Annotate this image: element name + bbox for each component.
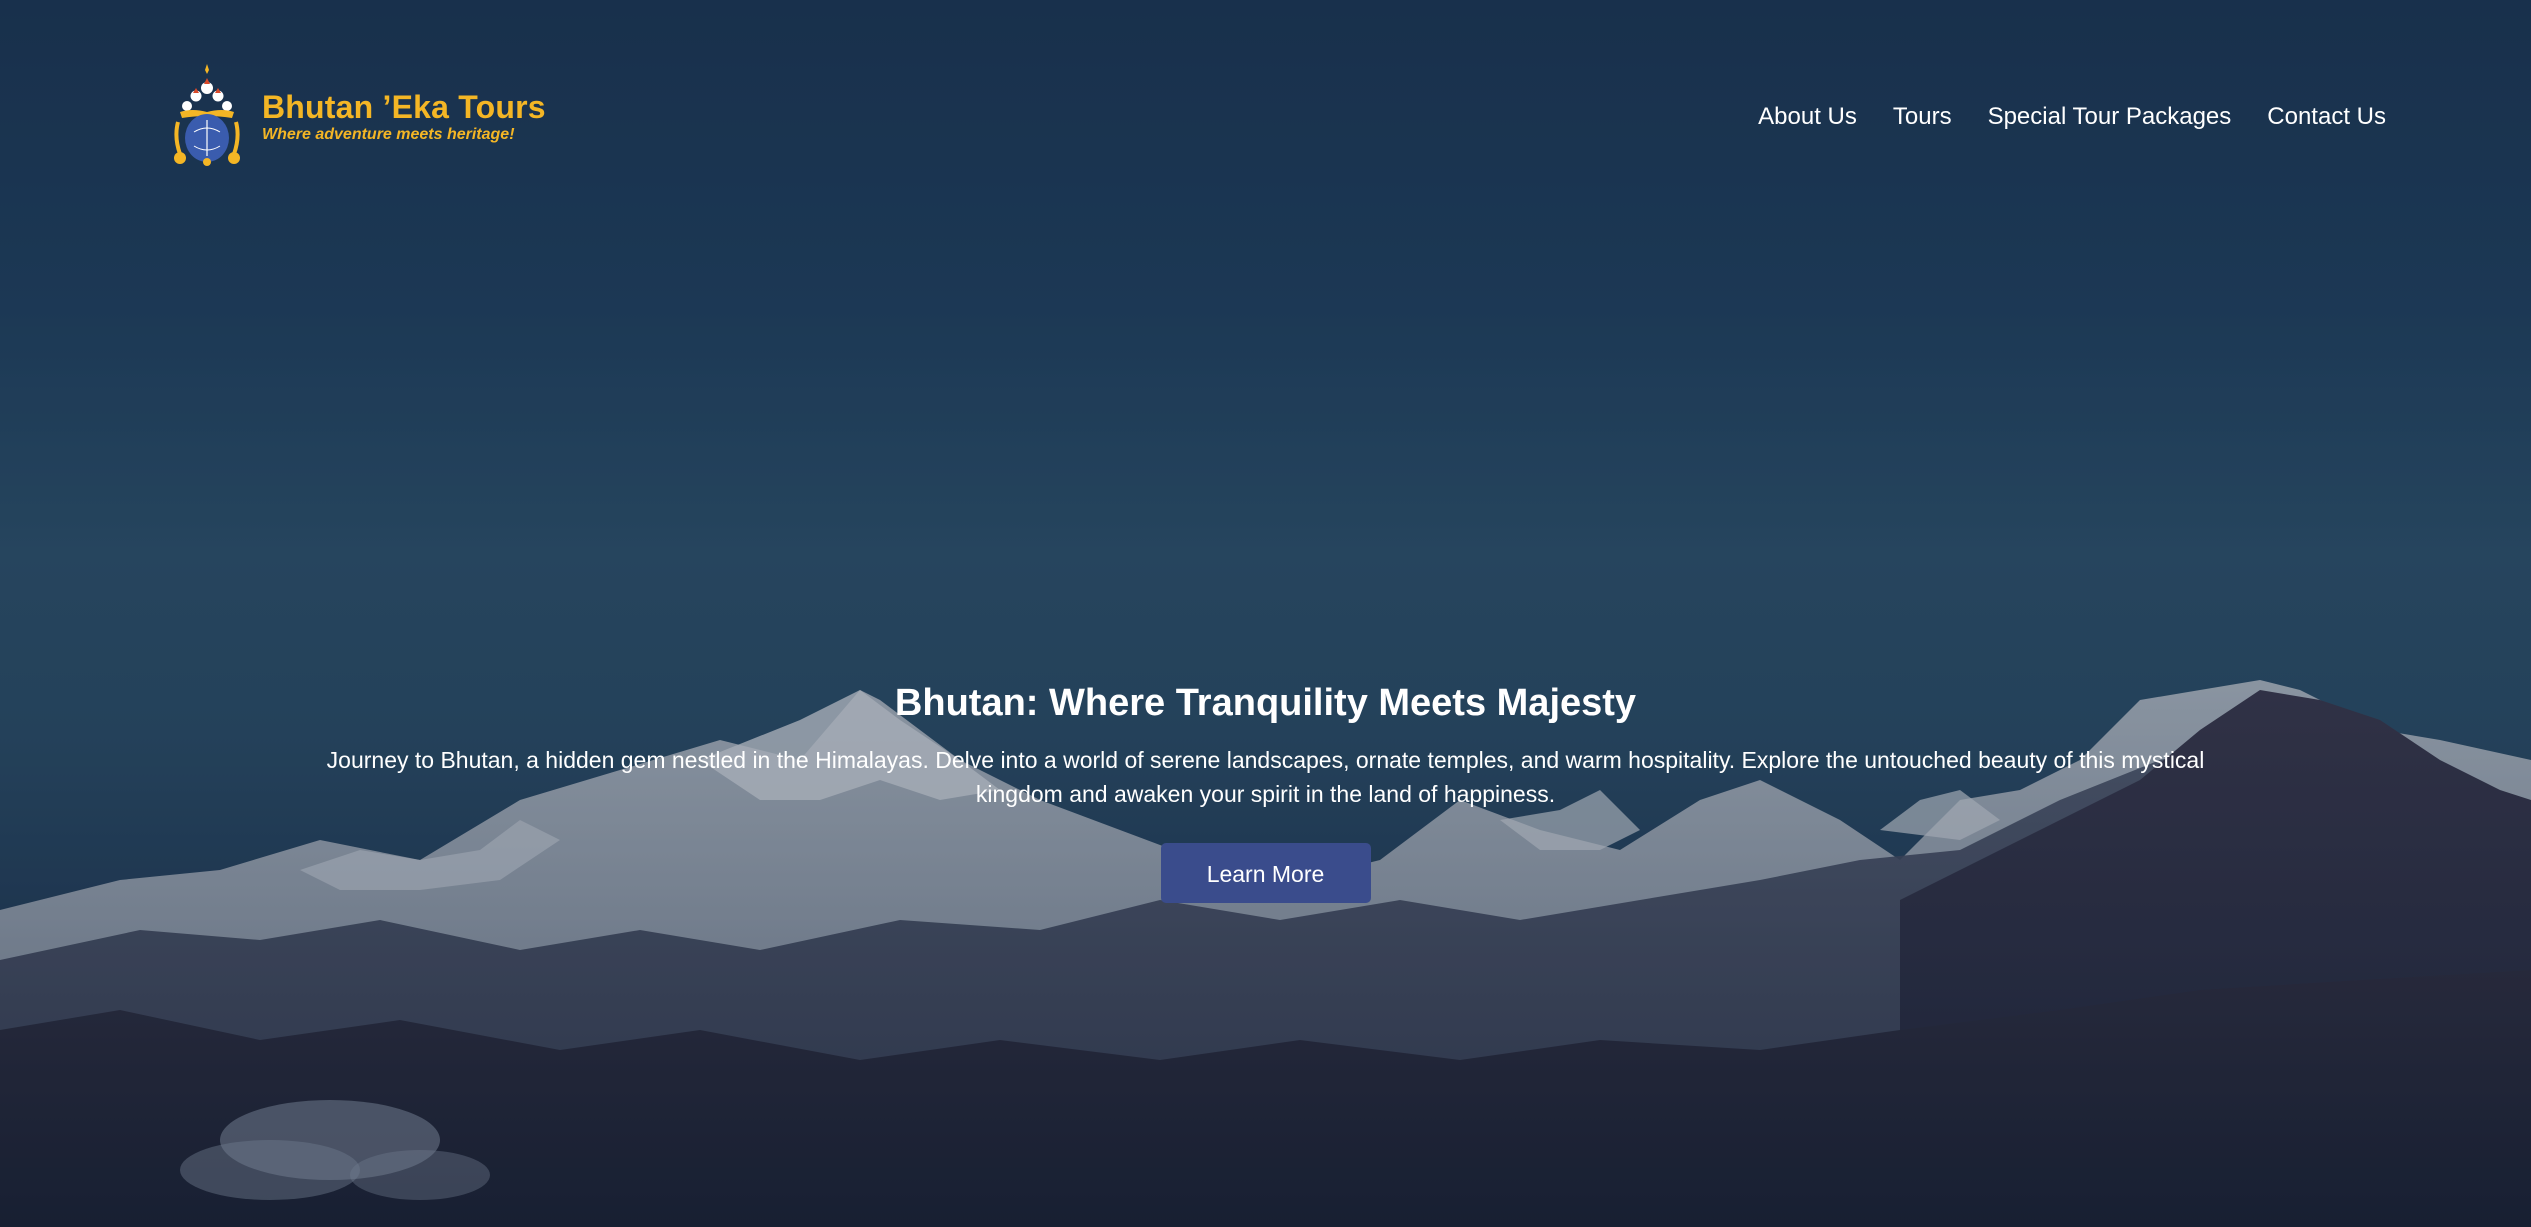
brand-tagline: Where adventure meets heritage! bbox=[262, 126, 515, 143]
nav-contact-us[interactable]: Contact Us bbox=[2267, 102, 2386, 132]
hero-title: Bhutan: Where Tranquility Meets Majesty bbox=[894, 682, 1637, 724]
main-nav: About Us Tours Special Tour Packages Con… bbox=[1722, 102, 2386, 132]
nav-about-us[interactable]: About Us bbox=[1758, 102, 1857, 132]
learn-more-button[interactable]: Learn More bbox=[1160, 843, 1371, 903]
brand-name: Bhutan ’Eka Tours bbox=[262, 89, 546, 125]
bhutan-emblem-icon bbox=[174, 64, 240, 166]
site-header: Bhutan ’Eka Tours Where adventure meets … bbox=[0, 0, 2531, 235]
site-logo[interactable]: Bhutan ’Eka Tours Where adventure meets … bbox=[172, 62, 546, 172]
nav-special-tour-packages[interactable]: Special Tour Packages bbox=[1988, 102, 2232, 132]
hero-description: Journey to Bhutan, a hidden gem nestled … bbox=[326, 747, 2205, 807]
nav-tours[interactable]: Tours bbox=[1893, 102, 1952, 132]
hero-content: Bhutan: Where Tranquility Meets Majesty … bbox=[0, 680, 2531, 903]
logo-text: Bhutan ’Eka Tours Where adventure meets … bbox=[262, 89, 546, 145]
hero-section: Bhutan ’Eka Tours Where adventure meets … bbox=[0, 0, 2531, 1227]
